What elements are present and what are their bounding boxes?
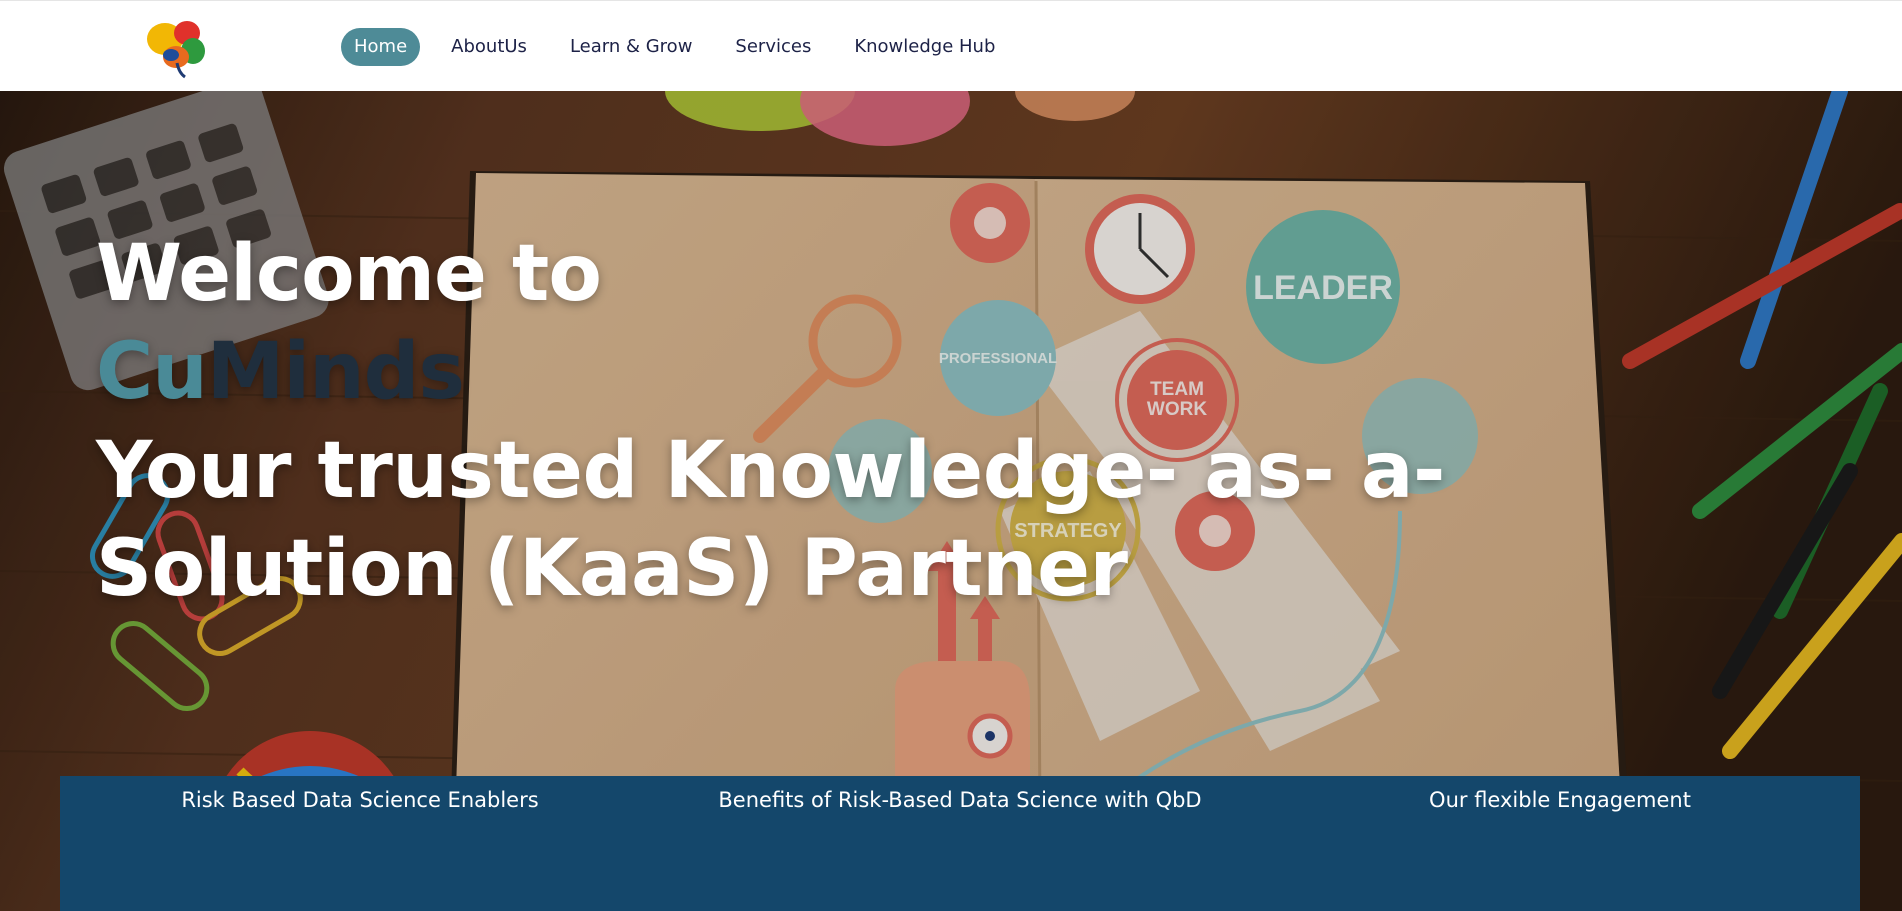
hero-heading: Welcome to CuMinds Your trusted Knowledg… <box>96 226 1796 618</box>
brand-cu: Cu <box>96 327 208 417</box>
feature-risk-based-enablers[interactable]: Risk Based Data Science Enablers <box>60 788 660 812</box>
welcome-heading: Welcome to <box>96 229 602 319</box>
site-header: Home AboutUs Learn & Grow Services Knowl… <box>0 0 1902 91</box>
nav-knowledge-hub[interactable]: Knowledge Hub <box>854 28 995 66</box>
brand-minds: Minds <box>206 327 465 417</box>
feature-benefits-qbd[interactable]: Benefits of Risk-Based Data Science with… <box>660 788 1260 812</box>
feature-strip: Risk Based Data Science Enablers Benefit… <box>60 776 1860 911</box>
nav-learn-grow[interactable]: Learn & Grow <box>570 28 692 66</box>
feature-flexible-engagement[interactable]: Our flexible Engagement <box>1260 788 1860 812</box>
brand-name: CuMinds <box>96 322 1796 422</box>
main-nav: Home AboutUs Learn & Grow Services Knowl… <box>341 28 1038 66</box>
nav-services[interactable]: Services <box>735 28 811 66</box>
nav-home[interactable]: Home <box>341 28 421 66</box>
hero-tagline: Your trusted Knowledge- as- a-Solution (… <box>96 426 1445 614</box>
nav-about-us[interactable]: AboutUs <box>451 28 527 66</box>
cuminds-logo[interactable] <box>143 15 211 79</box>
